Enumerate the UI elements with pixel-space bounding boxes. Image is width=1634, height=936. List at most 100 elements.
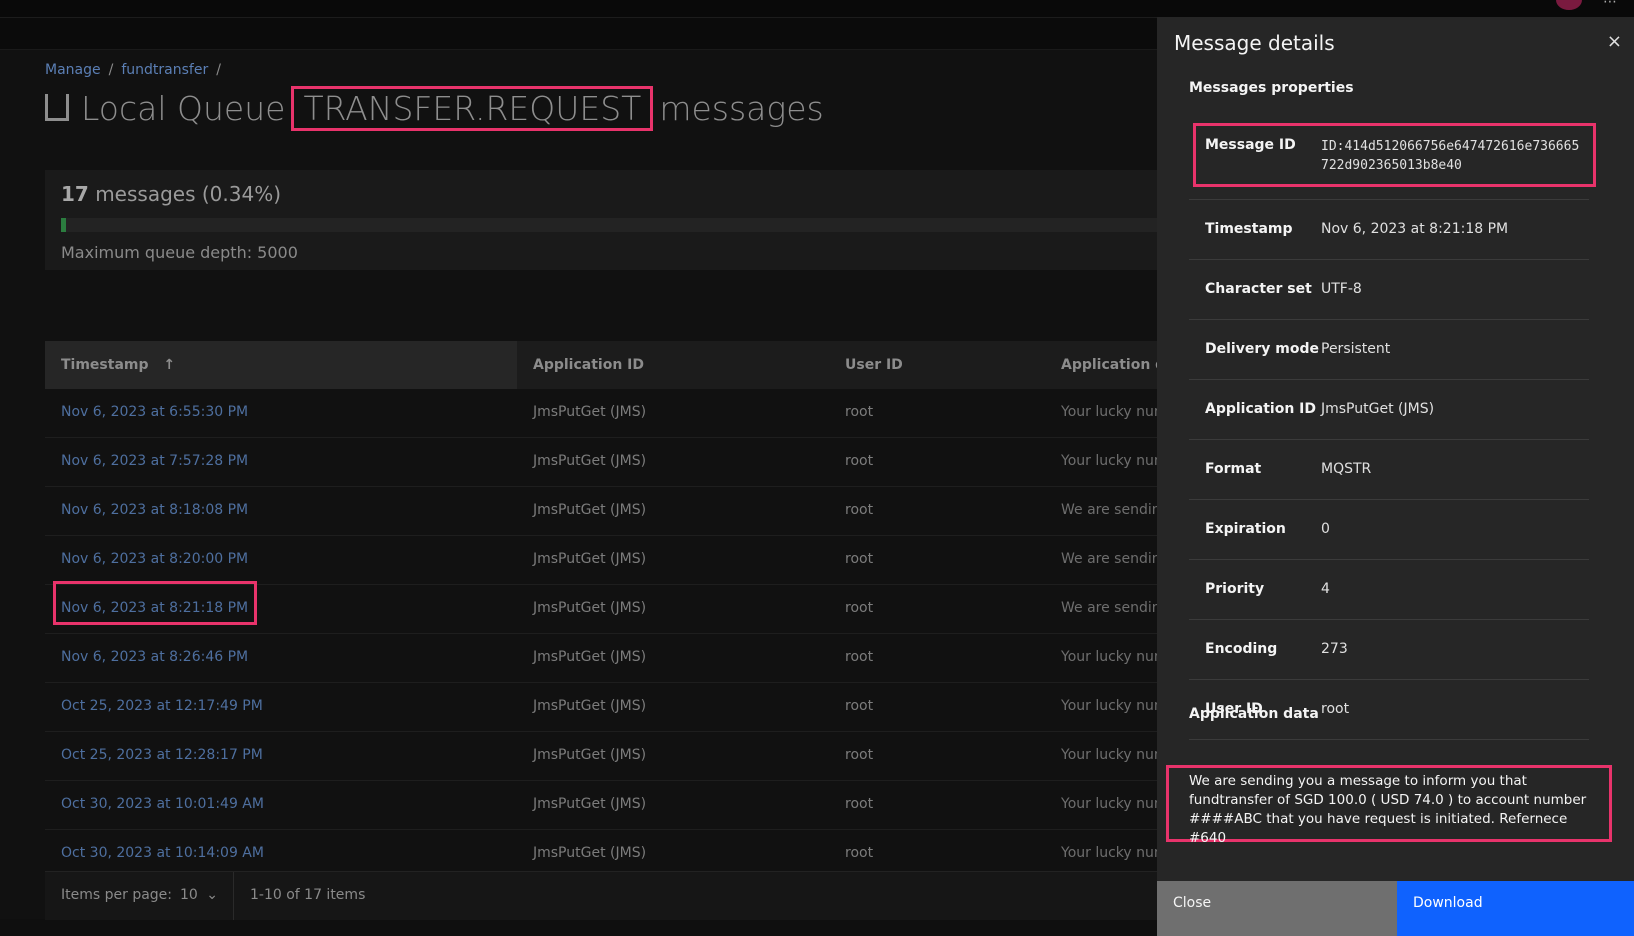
page-title: Local Queue TRANSFER.REQUEST messages: [45, 86, 824, 131]
breadcrumb-manage[interactable]: Manage: [45, 62, 101, 78]
application-data-text: We are sending you a message to inform y…: [1166, 765, 1612, 846]
download-button[interactable]: Download: [1397, 881, 1634, 936]
table-header: Timestamp ↑ Application ID User ID Appli…: [45, 341, 1160, 389]
row-timestamp-link[interactable]: Nov 6, 2023 at 8:26:46 PM: [61, 649, 248, 665]
row-application-data: Your lucky num: [1061, 453, 1160, 469]
message-id-highlight: [1193, 123, 1596, 187]
property-key: Expiration: [1205, 521, 1286, 537]
row-timestamp-link[interactable]: Nov 6, 2023 at 6:55:30 PM: [61, 404, 248, 420]
row-application-data: We are sending: [1061, 600, 1160, 616]
main-content: Manage / fundtransfer / Local Queue TRANSFER…: [0, 50, 1160, 920]
row-timestamp-link[interactable]: Oct 25, 2023 at 12:17:49 PM: [61, 698, 263, 714]
table-row[interactable]: Oct 25, 2023 at 12:17:49 PM JmsPutGet (JM…: [45, 683, 1160, 732]
row-application-data: We are sending: [1061, 502, 1160, 518]
table-row[interactable]: Nov 6, 2023 at 8:26:46 PM JmsPutGet (JMS)…: [45, 634, 1160, 683]
breadcrumb: Manage / fundtransfer /: [45, 62, 229, 78]
property-row: Delivery mode Persistent: [1189, 320, 1589, 380]
property-value: Nov 6, 2023 at 8:21:18 PM: [1321, 221, 1509, 237]
row-user-id: root: [845, 845, 874, 861]
row-user-id: root: [845, 698, 874, 714]
property-row: Timestamp Nov 6, 2023 at 8:21:18 PM: [1189, 200, 1589, 260]
divider: [233, 872, 234, 920]
items-range: 1-10 of 17 items: [250, 887, 366, 903]
property-row: Expiration 0: [1189, 500, 1589, 560]
property-key: Priority: [1205, 581, 1265, 597]
row-timestamp-link[interactable]: Oct 25, 2023 at 12:28:17 PM: [61, 747, 263, 763]
table-row[interactable]: Oct 30, 2023 at 10:01:49 AM JmsPutGet (JM…: [45, 781, 1160, 830]
property-key: Application ID: [1205, 401, 1317, 417]
properties-heading: Messages properties: [1189, 80, 1354, 96]
overflow-menu-icon[interactable]: ⋯: [1603, 0, 1618, 10]
items-per-page-select[interactable]: 10 ⌄: [180, 887, 218, 903]
row-application-data: Your lucky num: [1061, 747, 1160, 763]
sort-arrow-up-icon[interactable]: ↑: [163, 357, 175, 373]
title-suffix: messages: [659, 89, 824, 128]
column-user-id[interactable]: User ID: [845, 357, 903, 373]
table-row[interactable]: Nov 6, 2023 at 7:57:28 PM JmsPutGet (JMS)…: [45, 438, 1160, 487]
row-timestamp-link[interactable]: Nov 6, 2023 at 8:18:08 PM: [61, 502, 248, 518]
queue-depth-bar: [61, 218, 1160, 232]
property-key: Character set: [1205, 281, 1312, 297]
row-user-id: root: [845, 502, 874, 518]
queue-depth-tile: 17 messages (0.34%) Maximum queue depth:…: [45, 170, 1160, 270]
items-per-page-label: Items per page:: [61, 887, 173, 903]
property-key: Delivery mode: [1205, 341, 1319, 357]
row-user-id: root: [845, 453, 874, 469]
user-avatar[interactable]: [1556, 0, 1582, 10]
queue-icon: [45, 94, 69, 121]
title-prefix: Local Queue: [81, 89, 286, 128]
row-application-data: Your lucky num: [1061, 649, 1160, 665]
row-application-id: JmsPutGet (JMS): [533, 453, 647, 469]
row-application-id: JmsPutGet (JMS): [533, 404, 647, 420]
row-timestamp-link[interactable]: Oct 30, 2023 at 10:14:09 AM: [61, 845, 264, 861]
property-value: 273: [1321, 641, 1348, 657]
queue-depth-fill: [61, 218, 66, 232]
breadcrumb-fundtransfer[interactable]: fundtransfer: [121, 62, 208, 78]
property-value: MQSTR: [1321, 461, 1372, 477]
message-count: 17 messages (0.34%): [61, 182, 281, 206]
property-row: Encoding 273: [1189, 620, 1589, 680]
property-key: Encoding: [1205, 641, 1278, 657]
table-row[interactable]: Nov 6, 2023 at 8:18:08 PM JmsPutGet (JMS)…: [45, 487, 1160, 536]
sub-header: [0, 18, 1160, 50]
row-user-id: root: [845, 404, 874, 420]
close-icon[interactable]: ×: [1607, 31, 1622, 52]
breadcrumb-separator: /: [108, 62, 114, 78]
row-timestamp-link[interactable]: Nov 6, 2023 at 7:57:28 PM: [61, 453, 248, 469]
top-header: ⋯: [0, 0, 1634, 18]
table-row[interactable]: Nov 6, 2023 at 6:55:30 PM JmsPutGet (JMS)…: [45, 389, 1160, 438]
table-row[interactable]: Nov 6, 2023 at 8:20:00 PM JmsPutGet (JMS)…: [45, 536, 1160, 585]
column-timestamp[interactable]: Timestamp ↑: [61, 357, 175, 373]
message-count-label: messages (0.34%): [95, 182, 282, 206]
application-data-heading: Application data: [1189, 706, 1319, 722]
row-user-id: root: [845, 796, 874, 812]
chevron-down-icon: ⌄: [206, 887, 219, 903]
property-row: Format MQSTR: [1189, 440, 1589, 500]
selected-timestamp-highlight: [53, 581, 257, 625]
row-application-id: JmsPutGet (JMS): [533, 796, 647, 812]
queue-name-highlight: TRANSFER.REQUEST: [291, 86, 654, 131]
close-button[interactable]: Close: [1157, 881, 1397, 936]
property-value: 4: [1321, 581, 1330, 597]
row-application-id: JmsPutGet (JMS): [533, 502, 647, 518]
property-row: Priority 4: [1189, 560, 1589, 620]
property-row: Character set UTF-8: [1189, 260, 1589, 320]
property-value: Persistent: [1321, 341, 1391, 357]
row-timestamp-link[interactable]: Oct 30, 2023 at 10:01:49 AM: [61, 796, 264, 812]
property-row: Application ID JmsPutGet (JMS): [1189, 380, 1589, 440]
property-value: 0: [1321, 521, 1330, 537]
row-application-data: Your lucky num: [1061, 845, 1160, 861]
row-application-id: JmsPutGet (JMS): [533, 551, 647, 567]
row-user-id: root: [845, 747, 874, 763]
column-application-data[interactable]: Application data: [1061, 357, 1160, 373]
table-row[interactable]: Oct 25, 2023 at 12:28:17 PM JmsPutGet (JM…: [45, 732, 1160, 781]
row-application-id: JmsPutGet (JMS): [533, 845, 647, 861]
pagination: Items per page: 10 ⌄ 1-10 of 17 items: [45, 871, 1160, 920]
property-value: UTF-8: [1321, 281, 1362, 297]
message-details-panel: Message details × Messages properties Me…: [1157, 17, 1634, 936]
row-application-data: Your lucky num: [1061, 796, 1160, 812]
row-application-data: We are sending: [1061, 551, 1160, 567]
column-application-id[interactable]: Application ID: [533, 357, 644, 373]
row-timestamp-link[interactable]: Nov 6, 2023 at 8:20:00 PM: [61, 551, 248, 567]
row-application-data: Your lucky num: [1061, 698, 1160, 714]
